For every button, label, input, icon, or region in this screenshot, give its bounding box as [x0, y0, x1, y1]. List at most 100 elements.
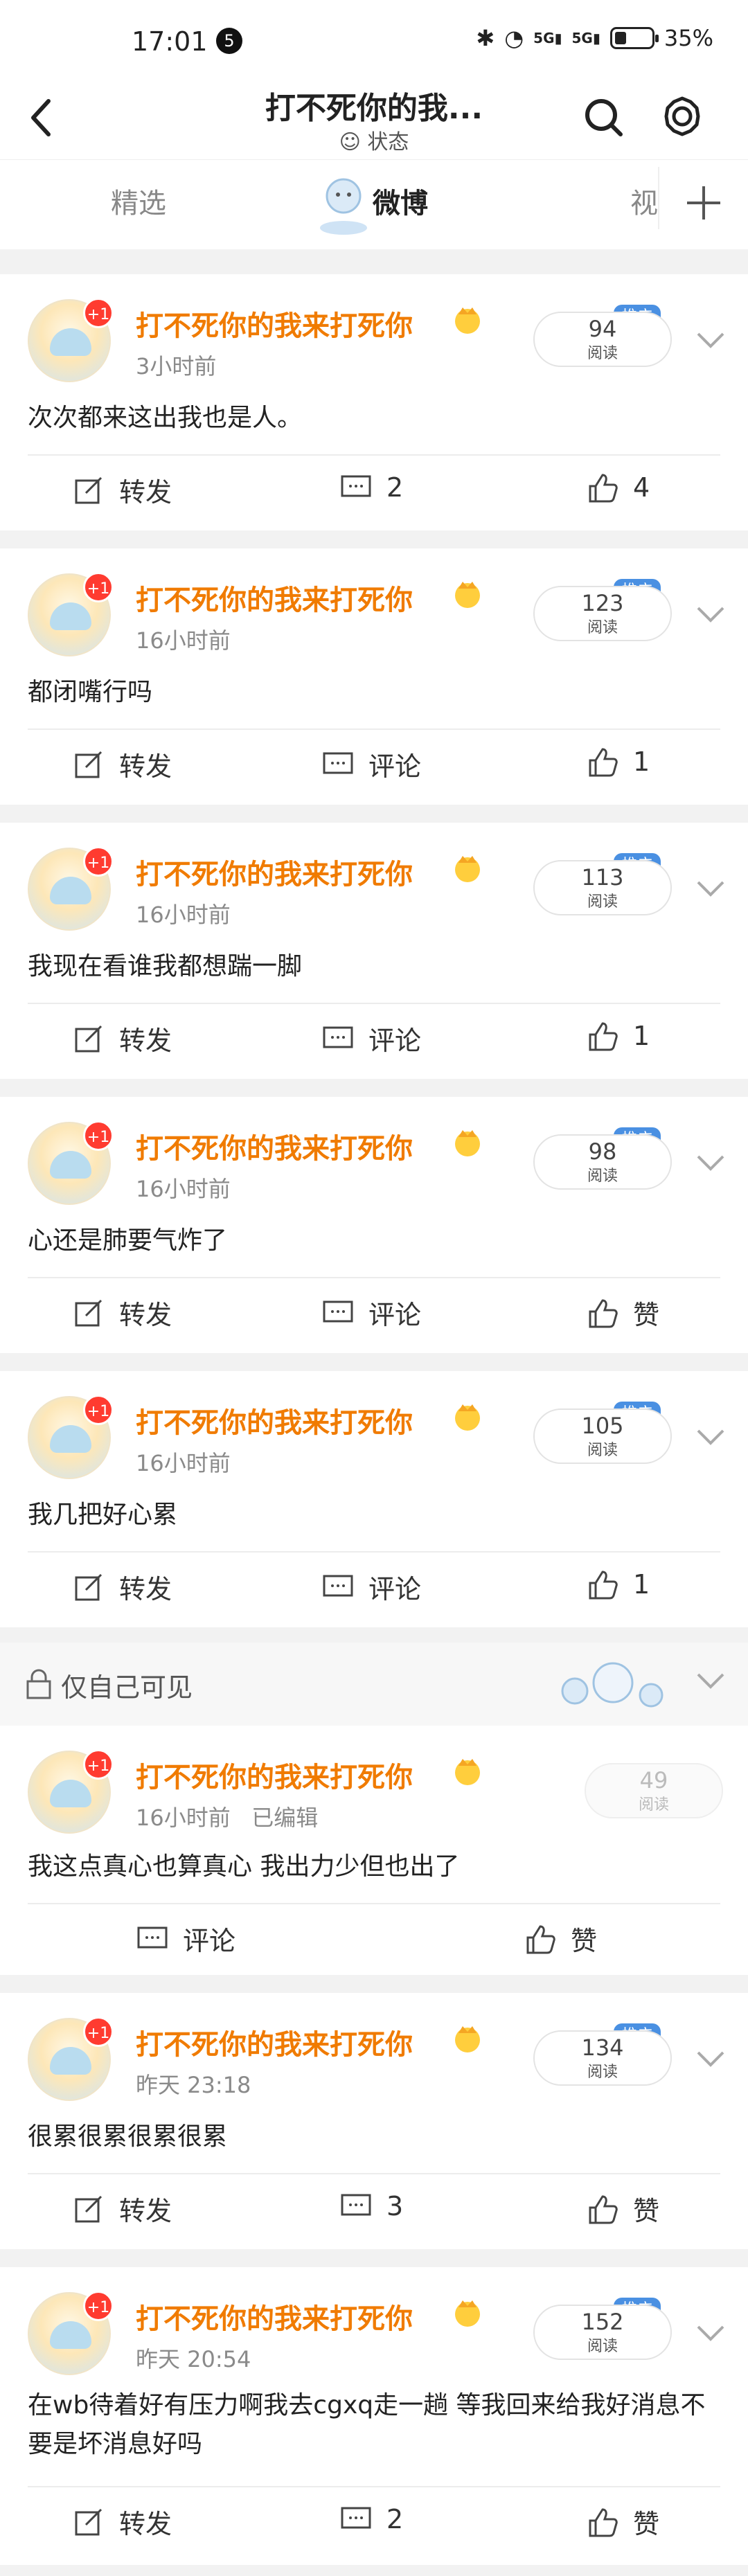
- post-card[interactable]: +1 打不死你的我来打死你 昨天 23:18 推广 134阅读 很累很累很累很累…: [0, 1993, 748, 2249]
- read-count[interactable]: 98 阅读: [533, 1134, 672, 1190]
- read-count[interactable]: 105 阅读: [533, 1408, 672, 1464]
- avatar[interactable]: +1: [28, 2291, 114, 2375]
- post-text: 次次都来这出我也是人。: [28, 404, 303, 432]
- post-actions: 转发 3 赞: [0, 2176, 748, 2238]
- post-card[interactable]: +1 打不死你的我来打死你 16小时前 推广 105阅读 我几把好心累 转发 评…: [0, 1371, 748, 1627]
- tab-video[interactable]: 视: [630, 181, 658, 221]
- repost-icon: [75, 1299, 103, 1326]
- tab-bar: 精选 微博 视: [0, 159, 748, 249]
- tab-weibo[interactable]: 微博: [373, 181, 428, 221]
- like-button[interactable]: 4: [586, 471, 650, 504]
- chevron-down-icon[interactable]: [694, 878, 727, 899]
- edited-label: 已编辑: [251, 1805, 319, 1831]
- repost-button[interactable]: 转发: [72, 1568, 172, 1606]
- repost-icon: [75, 476, 103, 503]
- username[interactable]: 打不死你的我来打死你: [136, 578, 413, 618]
- status-icons: ✱ ◔ 5G▮ 5G▮ 35%: [476, 25, 713, 51]
- avatar[interactable]: +1: [28, 298, 114, 382]
- post-time: 昨天 20:54: [136, 2346, 251, 2372]
- avatar[interactable]: +1: [28, 572, 114, 656]
- like-button[interactable]: 赞: [524, 1920, 597, 1958]
- username[interactable]: 打不死你的我来打死你: [136, 1755, 413, 1795]
- divider: [28, 2173, 720, 2174]
- read-count[interactable]: 123 阅读: [533, 586, 672, 641]
- comment-button[interactable]: 评论: [321, 1294, 421, 1332]
- post-text: 心还是肺要气炸了: [28, 1226, 228, 1255]
- gear-icon[interactable]: [658, 89, 706, 144]
- crown-icon: [455, 307, 480, 334]
- avatar[interactable]: +1: [28, 1395, 114, 1479]
- post-card[interactable]: +1 打不死你的我来打死你 16小时前 推广 113阅读 我现在看谁我都想踹一脚…: [0, 823, 748, 1079]
- chevron-down-icon[interactable]: [694, 1152, 727, 1173]
- chevron-down-icon[interactable]: [694, 330, 727, 350]
- avatar[interactable]: +1: [28, 1749, 114, 1834]
- repost-button[interactable]: 转发: [72, 2190, 172, 2228]
- post-text: 我这点真心也算真心 我出力少但也出了: [28, 1852, 460, 1881]
- chevron-down-icon[interactable]: [694, 2323, 727, 2343]
- chevron-down-icon[interactable]: [694, 1670, 727, 1691]
- wifi-icon: ◔: [504, 25, 524, 51]
- read-count[interactable]: 113 阅读: [533, 860, 672, 915]
- comment-icon: [341, 2194, 371, 2216]
- post-card[interactable]: +1 打不死你的我来打死你 3小时前 推广 94阅读 次次都来这出我也是人。 转…: [0, 274, 748, 530]
- avatar[interactable]: +1: [28, 846, 114, 931]
- crown-icon: [455, 2300, 480, 2327]
- avatar-badge: +1: [83, 1120, 114, 1151]
- comment-button[interactable]: 2: [339, 471, 403, 504]
- like-button[interactable]: 赞: [586, 2190, 659, 2228]
- repost-button[interactable]: 转发: [72, 1294, 172, 1332]
- like-button[interactable]: 1: [586, 745, 650, 778]
- status-time: 17:01: [132, 26, 208, 57]
- add-tab-icon[interactable]: [682, 181, 726, 225]
- post-card[interactable]: +1 打不死你的我来打死你 昨天 20:54 推广 152阅读 在wb待着好有压…: [0, 2267, 748, 2565]
- username[interactable]: 打不死你的我来打死你: [136, 852, 413, 892]
- comment-button[interactable]: 评论: [321, 1019, 421, 1057]
- username[interactable]: 打不死你的我来打死你: [136, 303, 413, 343]
- read-count[interactable]: 49 阅读: [585, 1763, 723, 1818]
- repost-button[interactable]: 转发: [72, 2503, 172, 2541]
- read-count[interactable]: 134 阅读: [533, 2030, 672, 2086]
- comment-button[interactable]: 评论: [136, 1920, 235, 1958]
- post-actions: 转发 2 4: [0, 457, 748, 519]
- like-button[interactable]: 1: [586, 1019, 650, 1053]
- read-count-label: 阅读: [587, 2338, 618, 2355]
- post-card[interactable]: +1 打不死你的我来打死你 16小时前 已编辑 49 阅读 我这点真心也算真心 我…: [0, 1726, 748, 1975]
- comment-button[interactable]: 2: [339, 2503, 403, 2536]
- post-time: 16小时前: [136, 1176, 231, 1202]
- comment-button[interactable]: 3: [339, 2190, 403, 2223]
- post-card[interactable]: +1 打不死你的我来打死你 16小时前 推广 123阅读 都闭嘴行吗 转发 评论…: [0, 548, 748, 805]
- repost-button[interactable]: 转发: [72, 1019, 172, 1057]
- chevron-down-icon[interactable]: [694, 1426, 727, 1447]
- read-count-label: 阅读: [587, 893, 618, 911]
- post-text: 我几把好心累: [28, 1501, 178, 1529]
- status-face-icon: ☺: [339, 130, 361, 154]
- crown-icon: [455, 2026, 480, 2052]
- read-count[interactable]: 152 阅读: [533, 2305, 672, 2360]
- avatar[interactable]: +1: [28, 2016, 114, 2101]
- like-button[interactable]: 赞: [586, 1294, 659, 1332]
- tab-featured[interactable]: 精选: [111, 181, 166, 221]
- status-subtitle[interactable]: ☺ 状态: [0, 125, 748, 155]
- repost-button[interactable]: 转发: [72, 471, 172, 509]
- chevron-down-icon[interactable]: [694, 2048, 727, 2069]
- read-count[interactable]: 94 阅读: [533, 312, 672, 367]
- username[interactable]: 打不死你的我来打死你: [136, 2296, 413, 2336]
- like-button[interactable]: 1: [586, 1568, 650, 1601]
- avatar[interactable]: +1: [28, 1120, 114, 1205]
- chevron-down-icon[interactable]: [694, 604, 727, 625]
- username[interactable]: 打不死你的我来打死你: [136, 1400, 413, 1440]
- like-button[interactable]: 赞: [586, 2503, 659, 2541]
- read-count-number: 105: [581, 1413, 624, 1439]
- repost-button[interactable]: 转发: [72, 745, 172, 783]
- post-time: 16小时前: [136, 1450, 231, 1476]
- post-card[interactable]: +1 打不死你的我来打死你 16小时前 推广 98阅读 心还是肺要气炸了 转发 …: [0, 1097, 748, 1353]
- post-actions: 评论 赞: [0, 1906, 748, 1968]
- username[interactable]: 打不死你的我来打死你: [136, 1126, 413, 1166]
- thumbs-up-icon: [589, 2194, 618, 2224]
- comment-button[interactable]: 评论: [321, 745, 421, 783]
- search-icon[interactable]: [579, 89, 627, 144]
- username[interactable]: 打不死你的我来打死你: [136, 2022, 413, 2062]
- thumbs-up-icon: [526, 1924, 555, 1953]
- read-count-number: 113: [581, 864, 624, 891]
- comment-button[interactable]: 评论: [321, 1568, 421, 1606]
